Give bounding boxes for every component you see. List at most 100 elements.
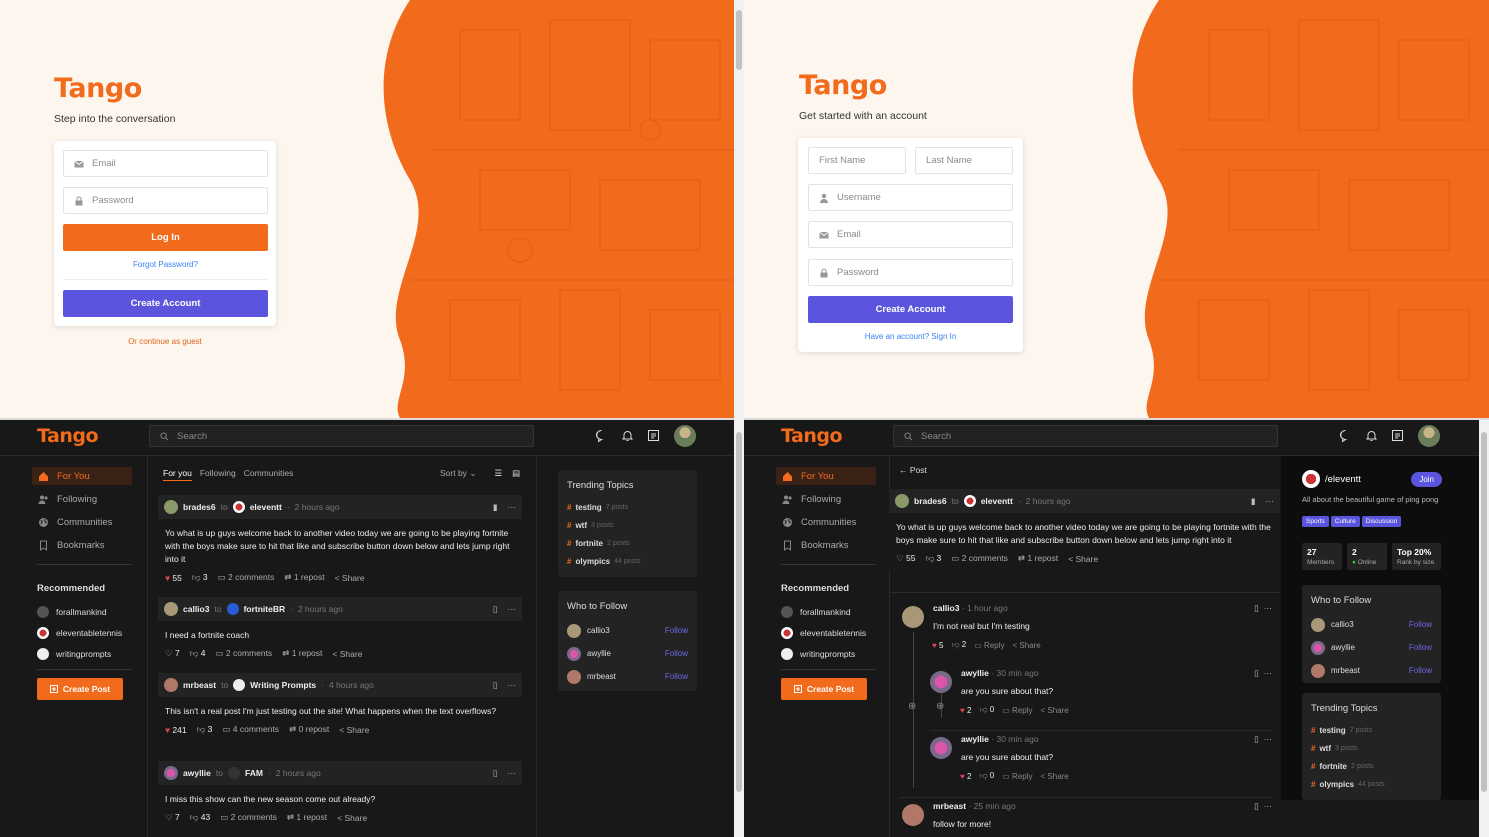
community-item[interactable]: eleventabletennis [32, 625, 132, 640]
nav-following[interactable]: Following [32, 490, 132, 508]
share-button[interactable]: < Share [1013, 641, 1041, 650]
more-icon[interactable]: ··· [508, 768, 517, 779]
chat-icon[interactable] [595, 429, 608, 442]
community-item[interactable]: writingprompts [776, 646, 876, 661]
nav-bookmarks[interactable]: Bookmarks [776, 536, 876, 554]
like-button[interactable]: ♥ 55 [165, 573, 182, 583]
scrollbar-thumb[interactable] [736, 10, 742, 70]
last-name-field[interactable]: Last Name [915, 147, 1013, 174]
scrollbar-thumb[interactable] [736, 432, 742, 792]
like-button[interactable]: ♡ 55 [896, 553, 915, 564]
repost-button[interactable]: ⇄ 1 repost [282, 648, 322, 659]
reply-button[interactable]: ▭ Reply [1002, 772, 1032, 781]
like-button[interactable]: ♡ 7 [165, 812, 180, 823]
tab-following[interactable]: Following [200, 468, 236, 481]
dislike-button[interactable]: 👎︎ 0 [979, 771, 994, 781]
more-icon[interactable]: ··· [508, 502, 517, 513]
like-button[interactable]: ♥ 2 [960, 706, 971, 715]
community-item[interactable]: eleventabletennis [776, 625, 876, 640]
trending-item[interactable]: # olympics 44 posts [1302, 775, 1441, 793]
post-community[interactable]: Writing Prompts [250, 680, 316, 690]
nav-communities[interactable]: Communities [776, 513, 876, 531]
scrollbar[interactable] [734, 0, 744, 837]
username-field[interactable]: Username [808, 184, 1013, 211]
follow-button[interactable]: Follow [1409, 666, 1432, 675]
reply-button[interactable]: ▭ Reply [1002, 706, 1032, 715]
share-button[interactable]: < Share [339, 725, 369, 735]
nav-communities[interactable]: Communities [32, 513, 132, 531]
share-button[interactable]: < Share [335, 573, 365, 583]
more-icon[interactable]: ··· [1264, 801, 1273, 811]
like-button[interactable]: ♥ 2 [960, 772, 971, 781]
comments-button[interactable]: ▭ 2 comments [215, 648, 272, 659]
follow-name[interactable]: awyllie [1331, 643, 1355, 652]
post-community[interactable]: eleventt [250, 502, 282, 512]
trending-item[interactable]: # wtf 3 posts [558, 516, 697, 534]
profile-avatar[interactable] [674, 425, 696, 447]
post-card[interactable]: callio3 to fortniteBR · 2 hours ago ▯ ··· … [158, 597, 522, 665]
comments-button[interactable]: ▭ 2 comments [220, 812, 277, 823]
more-icon[interactable]: ··· [1264, 603, 1273, 613]
bookmark-icon[interactable]: ▯ [1254, 734, 1259, 744]
bookmark-icon[interactable]: ▯ [1254, 801, 1259, 811]
follow-button[interactable]: Follow [665, 649, 688, 658]
post-author[interactable]: callio3 [183, 604, 209, 614]
trending-item[interactable]: # testing 7 posts [1302, 721, 1441, 739]
bookmark-icon[interactable]: ▯ [493, 768, 498, 779]
dislike-button[interactable]: 👎︎ 43 [190, 812, 210, 823]
login-button[interactable]: Log In [63, 224, 268, 251]
reply-button[interactable]: ▭ Reply [974, 641, 1004, 650]
follow-button[interactable]: Follow [1409, 620, 1432, 629]
email-field[interactable]: Email [808, 221, 1013, 248]
nav-for-you[interactable]: For You [776, 467, 876, 485]
follow-name[interactable]: callio3 [1331, 620, 1354, 629]
create-post-button[interactable]: Create Post [781, 678, 867, 700]
follow-button[interactable]: Follow [665, 626, 688, 635]
bookmark-icon[interactable]: ▮ [1251, 496, 1256, 507]
create-post-button[interactable]: Create Post [37, 678, 123, 700]
follow-name[interactable]: mrbeast [587, 672, 616, 681]
tag-badge[interactable]: Culture [1330, 516, 1360, 527]
scrollbar-thumb[interactable] [1481, 432, 1487, 792]
join-button[interactable]: Join [1411, 471, 1442, 487]
community-item[interactable]: writingprompts [32, 646, 132, 661]
post-author[interactable]: brades6 [183, 502, 216, 512]
password-field[interactable]: Password [63, 187, 268, 214]
follow-button[interactable]: Follow [665, 672, 688, 681]
first-name-field[interactable]: First Name [808, 147, 906, 174]
trending-item[interactable]: # testing 7 posts [558, 498, 697, 516]
email-field[interactable]: Email [63, 150, 268, 177]
bookmark-icon[interactable]: ▮ [493, 502, 498, 513]
tag-badge[interactable]: Discussion [1361, 516, 1402, 527]
sign-in-link[interactable]: Have an account? Sign In [808, 332, 1013, 341]
comment-author[interactable]: callio3 [933, 603, 959, 613]
dislike-button[interactable]: 👎︎ 3 [192, 572, 208, 583]
post-card[interactable]: awyllie to FAM · 2 hours ago ▯ ··· I miss … [158, 761, 522, 829]
follow-name[interactable]: mrbeast [1331, 666, 1360, 675]
tab-for-you[interactable]: For you [163, 468, 192, 481]
collapse-thread-icon[interactable]: ⊕ [908, 701, 916, 712]
dislike-button[interactable]: 👎︎ 4 [190, 648, 206, 659]
more-icon[interactable]: ··· [508, 604, 517, 615]
sort-dropdown[interactable]: Sort by ⌄ [440, 468, 476, 479]
comment-author[interactable]: awyllie [961, 734, 989, 744]
comments-button[interactable]: ▭ 2 comments [218, 572, 275, 583]
forgot-password-link[interactable]: Forgot Password? [63, 260, 268, 269]
bookmark-icon[interactable]: ▯ [1254, 668, 1259, 678]
dislike-button[interactable]: 👎︎ 0 [979, 705, 994, 715]
more-icon[interactable]: ··· [1266, 496, 1275, 507]
repost-button[interactable]: ⇄ 1 repost [287, 812, 327, 823]
more-icon[interactable]: ··· [508, 680, 517, 691]
like-button[interactable]: ♥ 5 [932, 641, 943, 650]
compact-view-icon[interactable]: ▤ [512, 468, 520, 479]
create-account-button[interactable]: Create Account [63, 290, 268, 317]
tab-communities[interactable]: Communities [244, 468, 294, 481]
repost-button[interactable]: ⇄ 1 repost [1018, 553, 1058, 564]
comments-button[interactable]: ▭ 2 comments [951, 553, 1008, 564]
brand-logo[interactable]: Tango [781, 425, 843, 447]
guest-link[interactable]: Or continue as guest [54, 337, 276, 346]
trending-item[interactable]: # fortnite 2 posts [558, 534, 697, 552]
post-author[interactable]: brades6 [914, 496, 947, 506]
more-icon[interactable]: ··· [1264, 734, 1273, 744]
tag-badge[interactable]: Sports [1302, 516, 1329, 527]
